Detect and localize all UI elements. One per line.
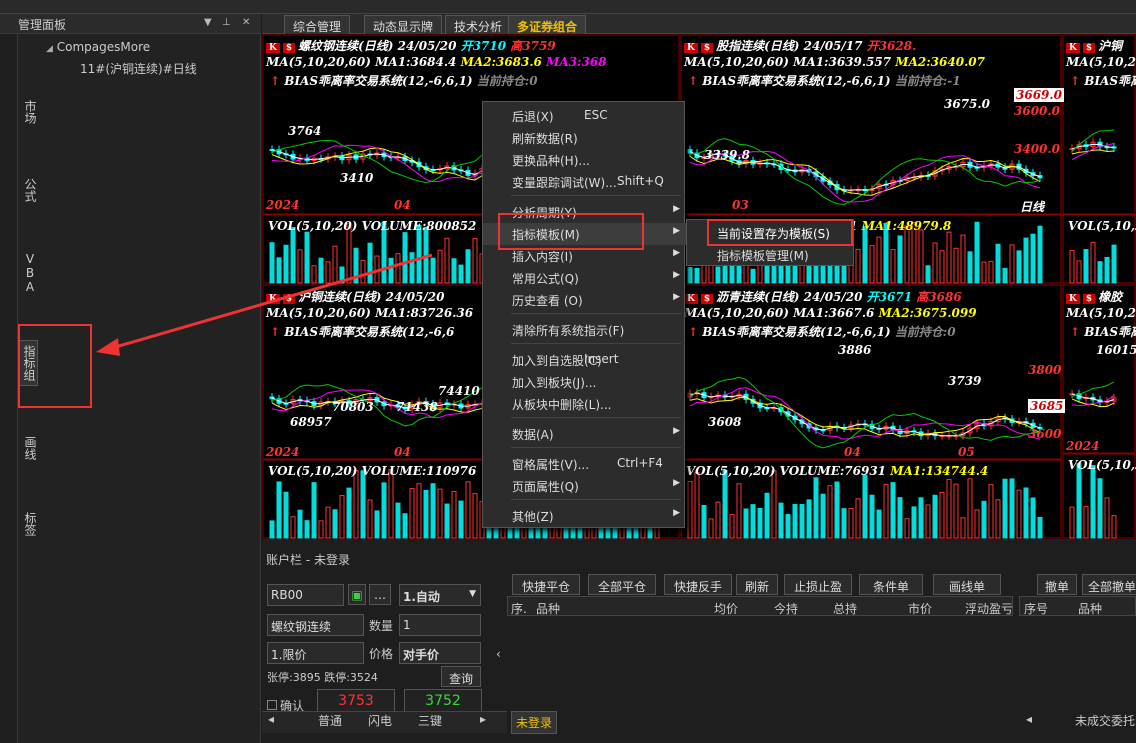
arrow-head bbox=[96, 338, 120, 356]
arrow-shaft bbox=[111, 253, 433, 350]
annotation-arrow bbox=[96, 253, 433, 356]
